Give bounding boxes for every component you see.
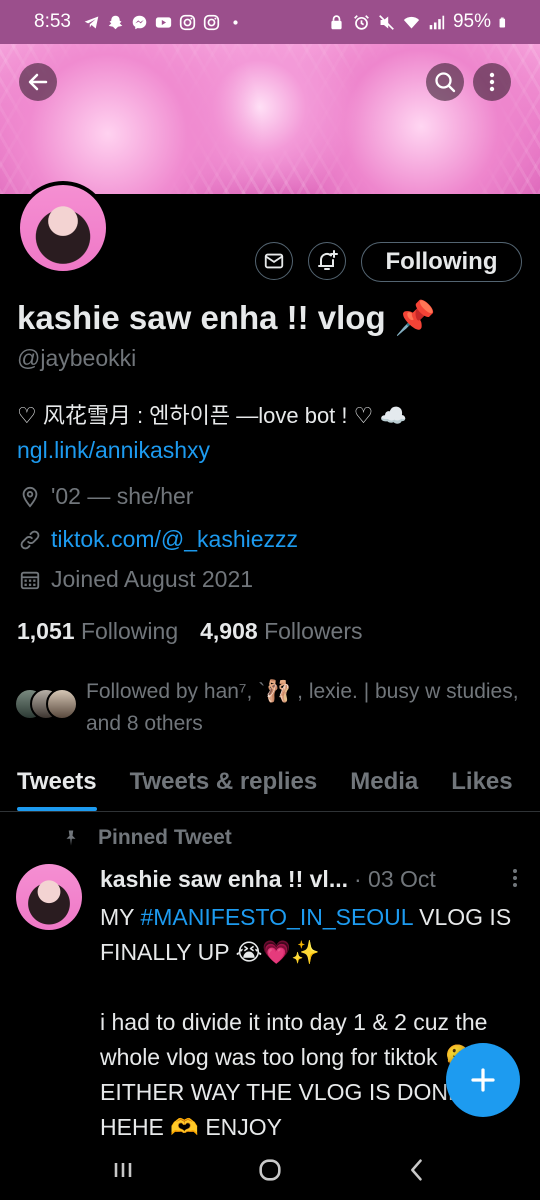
more-vertical-icon [489, 72, 495, 92]
following-label: Following [80, 618, 179, 644]
following-count: 1,051 [17, 618, 75, 644]
bio-link[interactable]: ngl.link/annikashxy [17, 437, 210, 464]
plus-icon [471, 1068, 495, 1092]
alarm-icon [354, 14, 369, 30]
display-name: kashie saw enha !! vlog 📌 [17, 299, 436, 336]
location-row: '02 — she/her [17, 483, 193, 510]
mutual-avatar [46, 688, 78, 720]
followed-by-section[interactable]: Followed by han⁷, `🩰 , lexie. | busy w s… [14, 676, 526, 740]
battery-icon [499, 17, 506, 27]
website-link[interactable]: tiktok.com/@_kashiezzz [51, 526, 298, 553]
pin-icon [66, 830, 76, 846]
compose-tweet-button[interactable] [446, 1043, 520, 1117]
mute-icon [379, 14, 394, 30]
tab-media[interactable]: Media [350, 760, 418, 811]
telegram-icon [84, 16, 99, 28]
more-options-button[interactable] [473, 63, 511, 101]
location-pin-icon [17, 484, 43, 510]
joined-row: Joined August 2021 [17, 566, 253, 593]
tweet-header: kashie saw enha !! vl... · 03 Oct [100, 866, 436, 893]
dot-icon [233, 19, 238, 25]
home-button[interactable] [250, 1150, 290, 1190]
wifi-icon [403, 16, 420, 28]
tweet-text-start: MY [100, 904, 141, 930]
location-text: '02 — she/her [51, 483, 194, 509]
status-time: 8:53 [34, 11, 71, 32]
tweet-author-avatar[interactable] [16, 864, 82, 930]
mail-icon [264, 253, 284, 269]
back-button[interactable] [19, 63, 57, 101]
lock-icon [331, 14, 342, 29]
android-nav-bar [0, 1140, 540, 1200]
arrow-left-icon [28, 73, 48, 91]
tweet-author-name[interactable]: kashie saw enha !! vl... [100, 866, 348, 893]
home-icon [259, 1159, 281, 1181]
followed-by-text: Followed by han⁷, `🩰 , lexie. | busy w s… [86, 680, 519, 735]
profile-avatar[interactable] [16, 181, 110, 275]
pinned-tweet-label: Pinned Tweet [62, 826, 232, 850]
tab-tweets[interactable]: Tweets [17, 760, 97, 811]
youtube-icon [155, 16, 172, 28]
tab-likes[interactable]: Likes [451, 760, 512, 811]
battery-percent: 95% [452, 11, 491, 32]
chevron-left-icon [410, 1159, 422, 1181]
profile-tabs: Tweets Tweets & replies Media Likes [0, 760, 540, 812]
profile-bio: ♡ 风花雪月 : 엔하이픈 —love bot ! ♡ ☁️ [17, 403, 407, 428]
tweet-hashtag[interactable]: #MANIFESTO_IN_SEOUL [140, 904, 412, 930]
followers-count: 4,908 [200, 618, 258, 644]
recents-icon [115, 1163, 132, 1177]
following-stat[interactable]: 1,051 Following [17, 618, 178, 645]
tweet-more-icon[interactable] [503, 866, 527, 890]
tab-tweets-replies[interactable]: Tweets & replies [130, 760, 318, 811]
message-button[interactable] [255, 242, 293, 280]
status-bar: 8:53 95% [0, 0, 540, 44]
pinned-text: Pinned Tweet [98, 826, 232, 849]
signal-icon [429, 15, 445, 29]
messenger-icon [132, 15, 147, 29]
profile-banner [0, 44, 540, 194]
tweet-date[interactable]: · 03 Oct [354, 866, 436, 893]
system-icons: 95% [328, 11, 510, 33]
back-nav-button[interactable] [397, 1150, 437, 1190]
recents-button[interactable] [103, 1150, 143, 1190]
notification-icons [83, 14, 244, 31]
follow-stats: 1,051 Following 4,908 Followers [17, 618, 362, 645]
following-button[interactable]: Following [361, 242, 522, 282]
mutual-avatars [14, 688, 78, 724]
search-icon [435, 72, 456, 93]
website-row: tiktok.com/@_kashiezzz [17, 526, 298, 553]
notifications-button[interactable] [308, 242, 346, 280]
bell-plus-icon [318, 250, 338, 270]
link-icon [17, 527, 43, 553]
snapchat-icon [108, 15, 123, 29]
followers-label: Followers [264, 618, 363, 644]
followers-stat[interactable]: 4,908 Followers [200, 618, 362, 645]
search-button[interactable] [426, 63, 464, 101]
calendar-icon [17, 567, 43, 593]
username-handle: @jaybeokki [17, 345, 137, 371]
joined-date: Joined August 2021 [51, 566, 254, 592]
instagram-icon [203, 14, 220, 30]
instagram-icon [179, 14, 196, 30]
